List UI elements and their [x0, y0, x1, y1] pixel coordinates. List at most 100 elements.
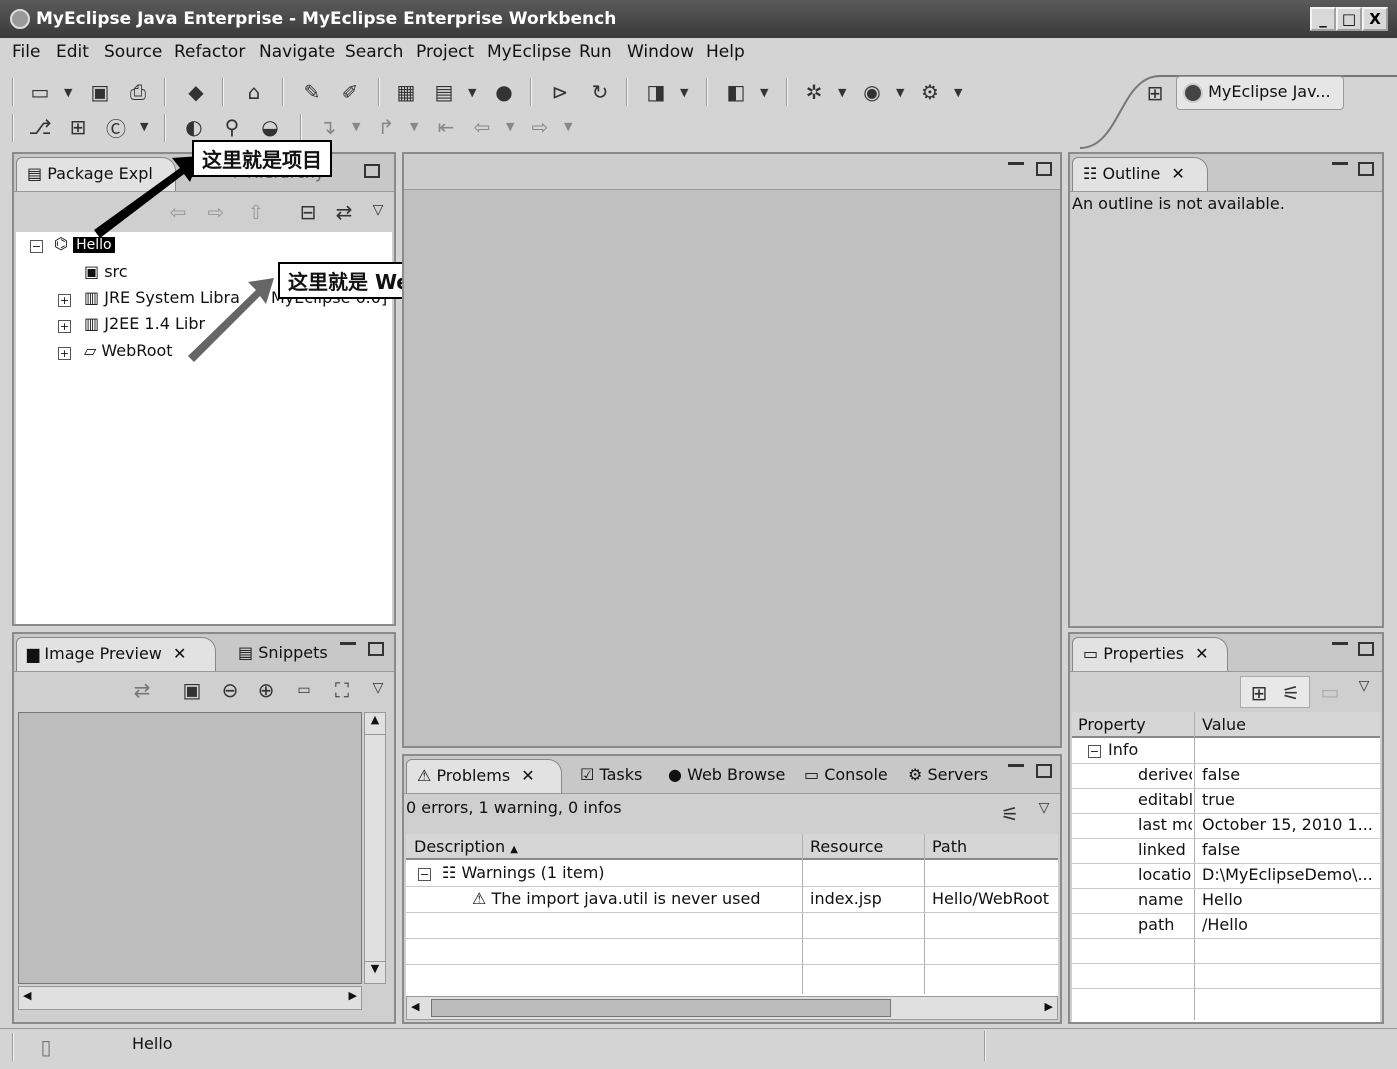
collapse-icon[interactable]: − — [1088, 745, 1101, 758]
show-advanced-icon[interactable]: ⚟ — [1279, 681, 1303, 705]
open-type-icon[interactable]: ◆ — [184, 80, 208, 104]
property-value[interactable]: October 15, 2010 1... — [1202, 815, 1378, 834]
last-edit-icon[interactable]: ⇤ — [434, 115, 458, 139]
tab-tasks[interactable]: ☑ Tasks — [570, 759, 652, 793]
minimize-view-icon[interactable] — [1008, 162, 1024, 165]
minimize-button[interactable]: _ — [1310, 7, 1336, 31]
scroll-up-icon[interactable]: ▲ — [365, 713, 385, 735]
chevron-down-icon[interactable]: ▼ — [838, 86, 846, 99]
tab-snippets[interactable]: ▤ Snippets — [228, 637, 338, 671]
chevron-down-icon[interactable]: ▼ — [140, 120, 148, 133]
edit-icon[interactable]: ✎ — [300, 80, 324, 104]
tab-problems[interactable]: ⚠ Problems ✕ — [406, 759, 562, 793]
scroll-right-icon[interactable]: ▶ — [1045, 1000, 1053, 1013]
expand-icon[interactable]: + — [58, 320, 71, 333]
chevron-down-icon[interactable]: ▼ — [506, 120, 514, 133]
restore-default-icon[interactable]: ▭ — [1318, 680, 1342, 704]
maximize-view-icon[interactable] — [364, 164, 380, 178]
chevron-down-icon[interactable]: ▼ — [954, 86, 962, 99]
table-group-row[interactable]: ☷ Warnings (1 item) — [442, 863, 605, 882]
tab-web-browser[interactable]: ● Web Browse — [658, 759, 795, 793]
deploy-icon[interactable]: ▦ — [394, 80, 418, 104]
collapse-icon[interactable]: − — [418, 868, 431, 881]
property-value[interactable]: /Hello — [1202, 915, 1378, 934]
filter-icon[interactable]: ⚟ — [998, 802, 1022, 826]
menu-refactor[interactable]: Refactor — [174, 42, 245, 62]
horizontal-scrollbar[interactable]: ◀ ▶ — [18, 986, 362, 1010]
property-value[interactable]: Hello — [1202, 890, 1378, 909]
perspective-button[interactable]: MyEclipse Jav... — [1176, 76, 1344, 110]
chevron-down-icon[interactable]: ▼ — [64, 86, 72, 99]
show-categories-icon[interactable]: ⊞ — [1247, 681, 1271, 705]
run-server-icon[interactable]: ▤ — [432, 80, 456, 104]
property-group-info[interactable]: Info — [1108, 740, 1138, 759]
menu-search[interactable]: Search — [345, 42, 403, 62]
debug-icon[interactable]: ✲ — [802, 80, 826, 104]
maximize-button[interactable]: □ — [1336, 7, 1362, 31]
tab-console[interactable]: ▭ Console — [794, 759, 898, 793]
column-property[interactable]: Property — [1078, 715, 1146, 734]
external-tools-icon[interactable]: ⚙ — [918, 80, 942, 104]
horizontal-scrollbar[interactable]: ◀ ▶ — [406, 996, 1058, 1020]
actual-size-icon[interactable]: ▭ — [292, 678, 316, 702]
property-value[interactable]: false — [1202, 765, 1378, 784]
forward-arrow-icon[interactable]: ⇨ — [528, 115, 552, 139]
folder-icon[interactable]: ⊳ — [548, 80, 572, 104]
menu-file[interactable]: File — [12, 42, 40, 62]
view-menu-icon[interactable]: ▽ — [1352, 674, 1376, 698]
menu-run[interactable]: Run — [579, 42, 612, 62]
column-resource[interactable]: Resource — [810, 837, 883, 856]
chevron-down-icon[interactable]: ▼ — [564, 120, 572, 133]
zoom-out-icon[interactable]: ⊖ — [218, 678, 242, 702]
refresh-icon[interactable]: ↻ — [588, 80, 612, 104]
menu-myeclipse[interactable]: MyEclipse — [487, 42, 571, 62]
table-row[interactable]: ⚠ The import java.util is never used — [472, 889, 761, 908]
property-value[interactable]: false — [1202, 840, 1378, 859]
chevron-down-icon[interactable]: ▼ — [896, 86, 904, 99]
expand-icon[interactable]: + — [58, 347, 71, 360]
chevron-down-icon[interactable]: ▼ — [760, 86, 768, 99]
minimize-view-icon[interactable] — [1332, 162, 1348, 165]
scroll-left-icon[interactable]: ◀ — [411, 1000, 419, 1013]
scroll-left-icon[interactable]: ◀ — [23, 989, 31, 1002]
maximize-view-icon[interactable] — [1036, 764, 1052, 778]
chevron-down-icon[interactable]: ▼ — [468, 86, 476, 99]
menu-source[interactable]: Source — [104, 42, 162, 62]
new-package-icon[interactable]: ⊞ — [66, 115, 90, 139]
server-icon[interactable]: ⌂ — [242, 80, 266, 104]
view-menu-icon[interactable]: ▽ — [1032, 796, 1056, 820]
minimize-view-icon[interactable] — [340, 642, 356, 645]
fit-window-icon[interactable]: ⛶ — [330, 678, 354, 702]
run-icon[interactable]: ◉ — [860, 80, 884, 104]
fit-image-icon[interactable]: ▣ — [180, 678, 204, 702]
view-menu-icon[interactable]: ▽ — [366, 676, 390, 700]
chevron-down-icon[interactable]: ▼ — [410, 120, 418, 133]
close-icon[interactable]: ✕ — [1195, 644, 1208, 663]
menu-project[interactable]: Project — [416, 42, 474, 62]
zoom-in-icon[interactable]: ⊕ — [254, 678, 278, 702]
search-icon[interactable]: ⚲ — [220, 115, 244, 139]
maximize-view-icon[interactable] — [368, 642, 384, 656]
browser-icon[interactable]: ● — [492, 80, 516, 104]
column-path[interactable]: Path — [932, 837, 967, 856]
tab-servers[interactable]: ⚙ Servers — [898, 759, 998, 793]
minimize-view-icon[interactable] — [1332, 642, 1348, 645]
maximize-view-icon[interactable] — [1358, 642, 1374, 656]
open-perspective-icon[interactable]: ⊞ — [1143, 81, 1167, 105]
new-wizard-icon[interactable]: ◧ — [724, 80, 748, 104]
menu-edit[interactable]: Edit — [56, 42, 89, 62]
tab-properties[interactable]: ▭ Properties ✕ — [1072, 637, 1228, 671]
save-icon[interactable]: ▣ — [88, 80, 112, 104]
new-class-icon[interactable]: Ⓒ — [104, 115, 128, 141]
window-icon[interactable]: ◨ — [644, 80, 668, 104]
pen-icon[interactable]: ✐ — [338, 80, 362, 104]
property-value[interactable]: true — [1202, 790, 1378, 809]
print-icon[interactable]: ⎙ — [126, 80, 150, 104]
collapse-icon[interactable]: − — [30, 240, 43, 253]
sync-icon[interactable]: ⇄ — [130, 678, 154, 702]
vertical-scrollbar[interactable]: ▲ ▼ — [364, 712, 386, 984]
scroll-right-icon[interactable]: ▶ — [349, 989, 357, 1002]
expand-icon[interactable]: + — [58, 294, 71, 307]
column-value[interactable]: Value — [1202, 715, 1246, 734]
scroll-down-icon[interactable]: ▼ — [365, 961, 385, 983]
